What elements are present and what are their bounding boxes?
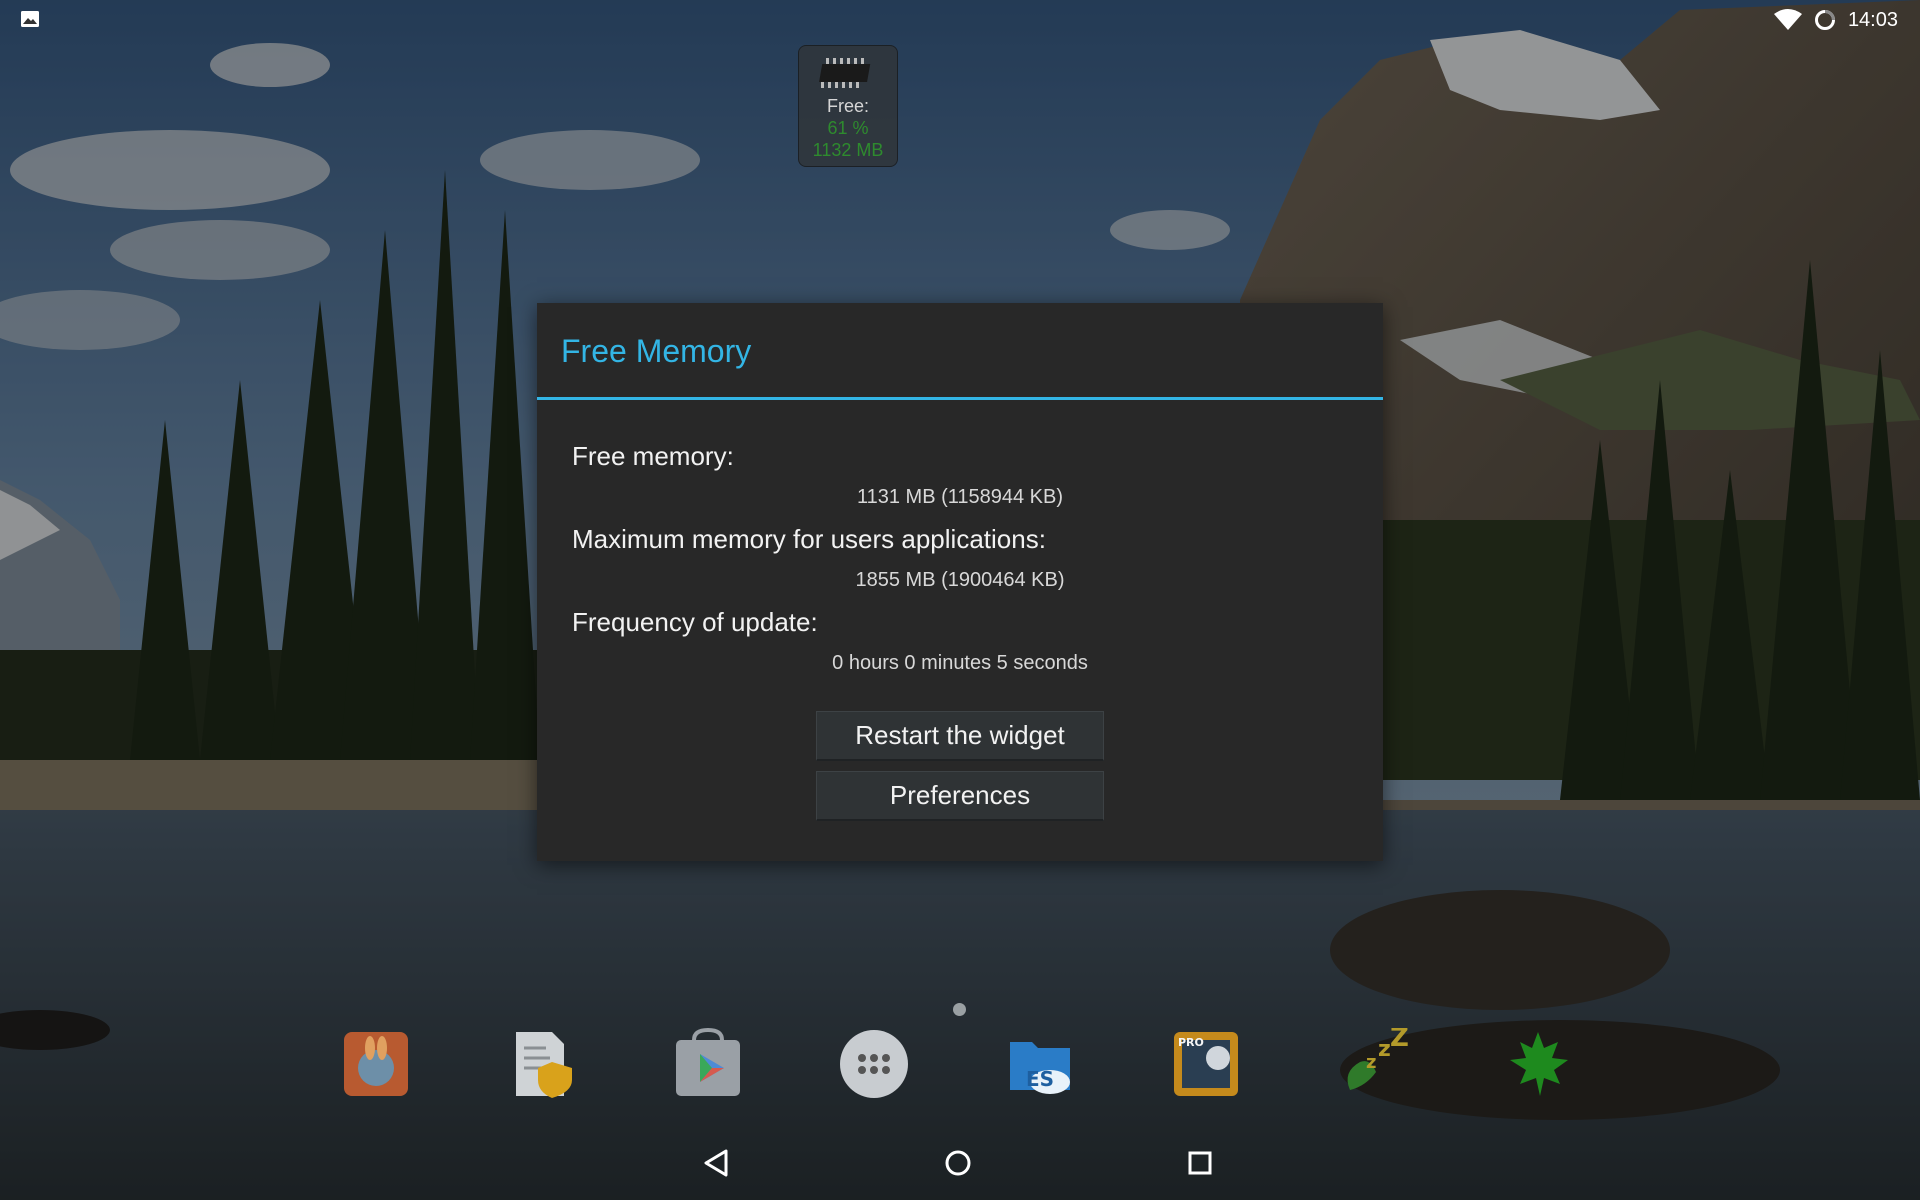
- wifi-icon: [1773, 9, 1802, 30]
- sync-icon: [1814, 10, 1835, 30]
- svg-text:PRO: PRO: [1178, 1036, 1204, 1049]
- play-store-icon[interactable]: [672, 1027, 744, 1100]
- title-divider: [537, 397, 1383, 400]
- svg-text:z: z: [1378, 1037, 1391, 1062]
- free-memory-widget[interactable]: Free: 61 % 1132 MB: [798, 45, 898, 167]
- clock: 14:03: [1847, 8, 1898, 31]
- widget-percent: 61 %: [827, 118, 869, 138]
- memory-chip-icon: [819, 58, 871, 88]
- status-bar: 14:03: [0, 0, 1920, 40]
- sleep-zzz-icon[interactable]: zzZ: [1336, 1023, 1409, 1100]
- image-notification-icon: [21, 11, 39, 27]
- video-pro-icon[interactable]: PRO: [1170, 1028, 1242, 1100]
- restart-widget-button[interactable]: Restart the widget: [816, 711, 1104, 761]
- home-icon[interactable]: [938, 1143, 978, 1183]
- widget-amount: 1132 MB: [812, 140, 884, 160]
- page-indicator: [953, 1003, 966, 1016]
- widget-label: Free:: [826, 96, 869, 116]
- free-memory-value: 1131 MB (1158944 KB): [856, 486, 1064, 508]
- svg-text:Z: Z: [1390, 1028, 1408, 1053]
- status-icons: 14:03: [1773, 4, 1898, 36]
- dialog-title: Free Memory: [561, 333, 752, 369]
- maple-leaf-icon[interactable]: [1502, 1028, 1574, 1100]
- recents-icon[interactable]: [1180, 1143, 1220, 1183]
- back-icon[interactable]: [696, 1143, 736, 1183]
- app-drawer-icon[interactable]: [838, 1028, 910, 1100]
- svg-text:z: z: [1366, 1052, 1376, 1073]
- es-file-explorer-icon[interactable]: ES: [1004, 1028, 1076, 1100]
- update-frequency-value: 0 hours 0 minutes 5 seconds: [832, 652, 1088, 674]
- max-memory-value: 1855 MB (1900464 KB): [855, 569, 1065, 591]
- document-shield-icon[interactable]: [506, 1028, 578, 1100]
- preferences-button[interactable]: Preferences: [816, 771, 1104, 821]
- free-memory-dialog: Free Memory Free memory: 1131 MB (115894…: [537, 303, 1383, 861]
- rabbit-app-icon[interactable]: [340, 1028, 412, 1100]
- max-memory-label: Maximum memory for users applications:: [572, 524, 1046, 554]
- svg-text:ES: ES: [1026, 1067, 1054, 1091]
- update-frequency-label: Frequency of update:: [572, 607, 818, 637]
- free-memory-label: Free memory:: [572, 441, 734, 471]
